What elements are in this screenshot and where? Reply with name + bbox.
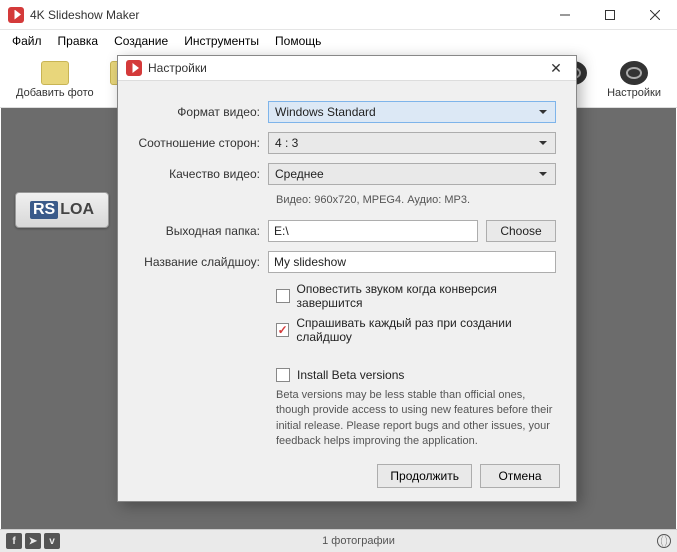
folder-photo-icon bbox=[41, 61, 69, 85]
vimeo-icon[interactable]: v bbox=[44, 533, 60, 549]
status-text: 1 фотографии bbox=[322, 535, 395, 547]
label-output-folder: Выходная папка: bbox=[138, 224, 268, 238]
combo-video-quality[interactable]: Среднее bbox=[268, 163, 556, 185]
gear-icon bbox=[620, 61, 648, 85]
label-video-quality: Качество видео: bbox=[138, 167, 268, 181]
status-bar: f ➤ v 1 фотографии bbox=[0, 529, 677, 552]
settings-button[interactable]: Настройки bbox=[599, 59, 669, 101]
globe-icon[interactable] bbox=[657, 534, 671, 548]
maximize-button[interactable] bbox=[587, 0, 632, 30]
logo-badge: RSLOA bbox=[15, 192, 109, 228]
twitter-icon[interactable]: ➤ bbox=[25, 533, 41, 549]
app-icon bbox=[8, 7, 24, 23]
facebook-icon[interactable]: f bbox=[6, 533, 22, 549]
checkbox-ask-each-time[interactable] bbox=[276, 323, 289, 337]
window-titlebar: 4K Slideshow Maker bbox=[0, 0, 677, 30]
menubar: Файл Правка Создание Инструменты Помощь bbox=[0, 30, 677, 52]
input-output-folder[interactable]: E:\ bbox=[268, 220, 478, 242]
label-video-format: Формат видео: bbox=[138, 105, 268, 119]
menu-file[interactable]: Файл bbox=[4, 32, 50, 50]
dialog-title: Настройки bbox=[148, 61, 544, 75]
minimize-button[interactable] bbox=[542, 0, 587, 30]
input-slideshow-name[interactable]: My slideshow bbox=[268, 251, 556, 273]
label-ask-each-time: Спрашивать каждый раз при создании слайд… bbox=[296, 316, 556, 344]
dialog-app-icon bbox=[126, 60, 142, 76]
checkbox-sound-notify[interactable] bbox=[276, 289, 290, 303]
label-aspect-ratio: Соотношение сторон: bbox=[138, 136, 268, 150]
menu-edit[interactable]: Правка bbox=[50, 32, 107, 50]
label-sound-notify: Оповестить звуком когда конверсия заверш… bbox=[297, 282, 556, 310]
add-photo-label: Добавить фото bbox=[16, 87, 94, 99]
checkbox-install-beta[interactable] bbox=[276, 368, 290, 382]
continue-button[interactable]: Продолжить bbox=[377, 464, 472, 488]
cancel-button[interactable]: Отмена bbox=[480, 464, 560, 488]
label-slideshow-name: Название слайдшоу: bbox=[138, 255, 268, 269]
dialog-body: Формат видео: Windows Standard Соотношен… bbox=[118, 81, 576, 450]
settings-dialog: Настройки ✕ Формат видео: Windows Standa… bbox=[117, 55, 577, 502]
beta-hint: Beta versions may be less stable than of… bbox=[276, 388, 556, 450]
window-title: 4K Slideshow Maker bbox=[30, 8, 542, 22]
dialog-titlebar: Настройки ✕ bbox=[118, 56, 576, 81]
menu-help[interactable]: Помощь bbox=[267, 32, 329, 50]
menu-create[interactable]: Создание bbox=[106, 32, 176, 50]
dialog-close-button[interactable]: ✕ bbox=[544, 56, 568, 80]
combo-video-format[interactable]: Windows Standard bbox=[268, 101, 556, 123]
combo-aspect-ratio[interactable]: 4 : 3 bbox=[268, 132, 556, 154]
choose-button[interactable]: Choose bbox=[486, 220, 556, 242]
label-install-beta: Install Beta versions bbox=[297, 368, 404, 382]
settings-label: Настройки bbox=[607, 87, 661, 99]
close-button[interactable] bbox=[632, 0, 677, 30]
menu-tools[interactable]: Инструменты bbox=[176, 32, 267, 50]
dialog-footer: Продолжить Отмена bbox=[118, 450, 576, 502]
logo-right: LOA bbox=[60, 201, 94, 219]
quality-hint: Видео: 960x720, MPEG4. Аудио: MP3. bbox=[276, 194, 556, 206]
logo-left: RS bbox=[30, 201, 58, 219]
social-icons: f ➤ v bbox=[6, 533, 60, 549]
add-photo-button[interactable]: Добавить фото bbox=[8, 59, 102, 101]
